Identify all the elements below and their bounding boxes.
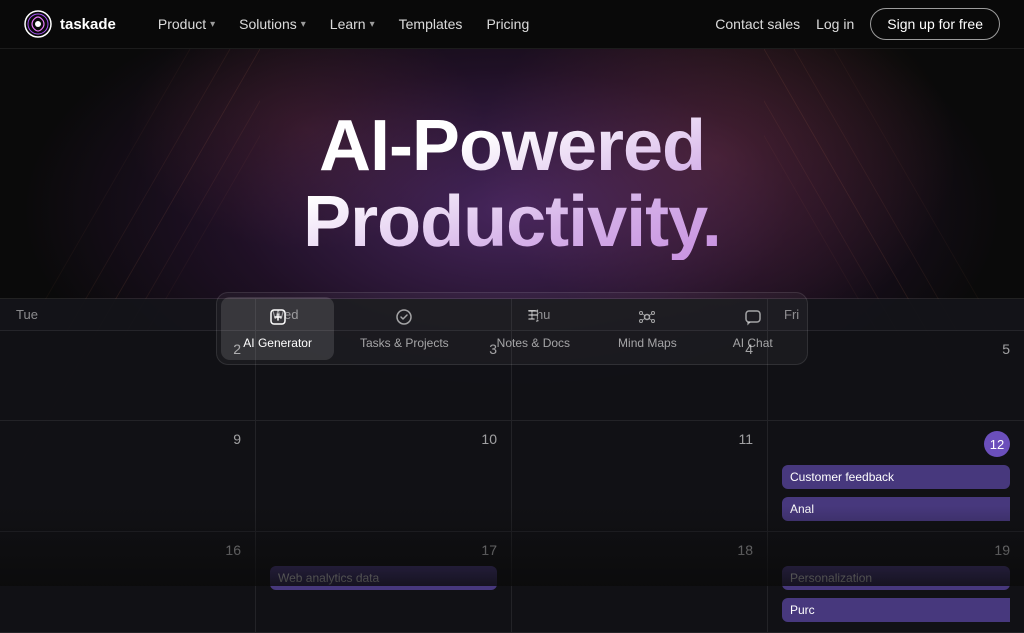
nav-solutions[interactable]: Solutions ▾ <box>229 10 316 38</box>
cal-cell-tue-16: 16 <box>0 532 256 633</box>
nav-links: Product ▾ Solutions ▾ Learn ▾ Templates … <box>148 10 715 38</box>
contact-sales-link[interactable]: Contact sales <box>715 16 800 32</box>
calendar-row-3: 16 17 Web analytics data 18 19 Personali… <box>0 532 1024 633</box>
date-16: 16 <box>14 542 241 558</box>
nav-right: Contact sales Log in Sign up for free <box>715 8 1000 40</box>
hero-section: AI-Powered Productivity. AI Generator Ta… <box>0 49 1024 365</box>
tab-notes-docs[interactable]: Notes & Docs <box>475 297 592 360</box>
date-17: 17 <box>270 542 497 558</box>
navbar: taskade Product ▾ Solutions ▾ Learn ▾ Te… <box>0 0 1024 49</box>
ai-chat-icon <box>743 307 763 330</box>
feature-tabs: AI Generator Tasks & Projects Notes & Do… <box>216 292 807 365</box>
nav-product[interactable]: Product ▾ <box>148 10 225 38</box>
tasks-icon <box>394 307 414 330</box>
cal-cell-wed-17: 17 Web analytics data <box>256 532 512 633</box>
date-18: 18 <box>526 542 753 558</box>
date-10: 10 <box>270 431 497 447</box>
cal-cell-fri-19: 19 Personalization Purc <box>768 532 1024 633</box>
event-anal-partial: Anal <box>782 497 1010 521</box>
notes-icon <box>523 307 543 330</box>
cal-cell-fri-12: 12 Customer feedback Anal <box>768 421 1024 532</box>
date-11: 11 <box>526 431 753 447</box>
mind-maps-icon <box>637 307 657 330</box>
chevron-down-icon: ▾ <box>301 19 306 30</box>
nav-pricing[interactable]: Pricing <box>476 10 539 38</box>
event-personalization[interactable]: Personalization <box>782 566 1010 590</box>
tab-ai-chat[interactable]: AI Chat <box>703 297 803 360</box>
event-customer-feedback[interactable]: Customer feedback <box>782 465 1010 489</box>
event-purc-partial: Purc <box>782 598 1010 622</box>
tab-ai-generator[interactable]: AI Generator <box>221 297 334 360</box>
hero-headline: AI-Powered Productivity. <box>303 109 721 260</box>
cal-cell-thu-18: 18 <box>512 532 768 633</box>
event-web-analytics[interactable]: Web analytics data <box>270 566 497 590</box>
chevron-down-icon: ▾ <box>210 19 215 30</box>
calendar-row-2: 9 10 11 12 Customer feedback Anal <box>0 421 1024 532</box>
login-link[interactable]: Log in <box>816 16 854 32</box>
brand-name: taskade <box>60 16 116 33</box>
cal-cell-thu-11: 11 <box>512 421 768 532</box>
tab-tasks-projects[interactable]: Tasks & Projects <box>338 297 471 360</box>
ai-generator-icon <box>268 307 288 330</box>
tab-mind-maps[interactable]: Mind Maps <box>596 297 699 360</box>
signup-button[interactable]: Sign up for free <box>870 8 1000 40</box>
cal-cell-tue-9: 9 <box>0 421 256 532</box>
brand-logo[interactable]: taskade <box>24 10 116 38</box>
nav-templates[interactable]: Templates <box>389 10 473 38</box>
chevron-down-icon: ▾ <box>370 19 375 30</box>
date-19: 19 <box>782 542 1010 558</box>
date-12: 12 <box>984 431 1010 457</box>
cal-cell-wed-10: 10 <box>256 421 512 532</box>
date-9: 9 <box>14 431 241 447</box>
nav-learn[interactable]: Learn ▾ <box>320 10 385 38</box>
